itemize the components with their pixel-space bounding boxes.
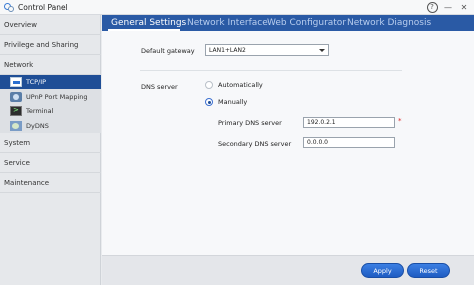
dydns-icon xyxy=(10,120,22,131)
sidebar-subitem-tcpip[interactable]: TCP/IP xyxy=(0,75,101,89)
dns-automatic-radio[interactable] xyxy=(205,81,213,89)
title-bar: Control Panel ? — ✕ xyxy=(0,0,474,15)
chevron-down-icon xyxy=(319,49,325,52)
sidebar-item-system[interactable]: System xyxy=(0,133,101,153)
upnp-icon xyxy=(10,91,22,102)
window-title: Control Panel xyxy=(18,2,68,12)
sidebar-item-service[interactable]: Service xyxy=(0,153,101,173)
primary-dns-label: Primary DNS server xyxy=(218,119,282,127)
tab-network-diagnosis[interactable]: Network Diagnosis xyxy=(347,15,431,31)
tab-network-interface[interactable]: Network Interface xyxy=(187,15,268,31)
network-submenu: TCP/IP UPnP Port Mapping Terminal DyDNS xyxy=(0,75,101,133)
sidebar-item-network[interactable]: Network xyxy=(0,55,101,75)
default-gateway-label: Default gateway xyxy=(141,47,195,55)
tcpip-icon xyxy=(10,77,22,87)
dns-manual-label: Manually xyxy=(218,98,248,106)
dns-server-label: DNS server xyxy=(141,83,178,91)
apply-button[interactable]: Apply xyxy=(361,263,404,278)
tab-web-configurator[interactable]: Web Configurator xyxy=(267,15,346,31)
secondary-dns-label: Secondary DNS server xyxy=(218,140,292,148)
sidebar-item-privilege[interactable]: Privilege and Sharing xyxy=(0,35,101,55)
reset-button[interactable]: Reset xyxy=(407,263,450,278)
primary-dns-input[interactable]: 192.0.2.1 xyxy=(303,117,395,128)
sidebar-subitem-terminal[interactable]: Terminal xyxy=(0,104,101,118)
default-gateway-value: LAN1+LAN2 xyxy=(209,46,246,54)
dns-manual-radio[interactable] xyxy=(205,98,213,106)
help-icon[interactable]: ? xyxy=(426,1,438,13)
terminal-icon xyxy=(10,106,22,116)
sidebar-item-maintenance[interactable]: Maintenance xyxy=(0,173,101,193)
control-panel-icon xyxy=(4,2,14,12)
secondary-dns-input[interactable]: 0.0.0.0 xyxy=(303,137,395,148)
close-icon[interactable]: ✕ xyxy=(458,1,470,13)
section-divider xyxy=(140,70,402,71)
sidebar: Overview Privilege and Sharing Network T… xyxy=(0,15,101,285)
required-marker: * xyxy=(398,117,402,125)
dns-automatic-label: Automatically xyxy=(218,81,263,89)
sidebar-item-overview[interactable]: Overview xyxy=(0,15,101,35)
sidebar-subitem-dydns[interactable]: DyDNS xyxy=(0,119,101,133)
default-gateway-select[interactable]: LAN1+LAN2 xyxy=(205,44,329,56)
sidebar-subitem-upnp[interactable]: UPnP Port Mapping xyxy=(0,90,101,104)
minimize-icon[interactable]: — xyxy=(442,1,454,13)
